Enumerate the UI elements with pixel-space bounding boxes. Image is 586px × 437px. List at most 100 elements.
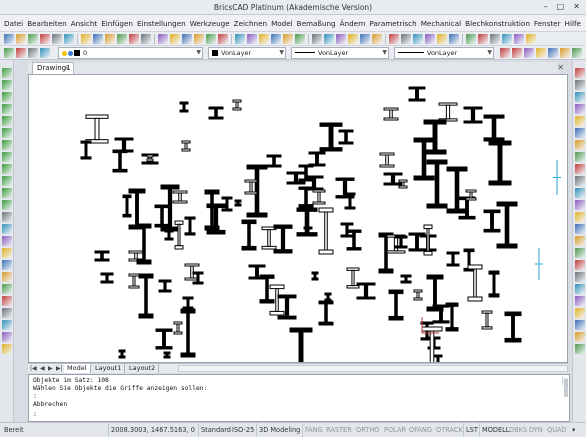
draw-tool-icon[interactable] — [2, 152, 12, 162]
i-beam-profile[interactable] — [388, 289, 404, 321]
toolbar-tool-icon[interactable] — [295, 34, 305, 44]
i-beam-profile[interactable] — [423, 119, 447, 155]
i-beam-profile[interactable] — [128, 273, 140, 289]
i-beam-profile[interactable] — [433, 354, 443, 363]
toggle-otrack[interactable]: OTRACK — [436, 423, 463, 437]
i-beam-profile[interactable] — [308, 151, 326, 167]
i-beam-profile[interactable] — [241, 219, 257, 251]
i-beam-profile[interactable] — [164, 229, 174, 241]
i-beam-profile[interactable] — [356, 282, 376, 300]
command-scrollbar[interactable] — [562, 377, 568, 397]
layer-tool-icon[interactable] — [40, 48, 50, 58]
i-beam-profile[interactable] — [483, 114, 505, 142]
menu-bearbeiten[interactable]: Bearbeiten — [27, 19, 71, 28]
maximize-button[interactable]: □ — [557, 2, 565, 11]
toggle-fang[interactable]: FANG — [302, 423, 323, 437]
modify-tool-icon[interactable] — [575, 188, 585, 198]
i-beam-profile[interactable] — [234, 199, 242, 207]
i-beam-profile[interactable] — [158, 279, 172, 293]
menu-hilfe[interactable]: Hilfe — [565, 19, 585, 28]
menu-parametrisch[interactable]: Parametrisch — [369, 19, 420, 28]
draw-tool-icon[interactable] — [2, 140, 12, 150]
toolbar-tool-icon[interactable] — [372, 34, 382, 44]
i-beam-profile[interactable] — [289, 327, 313, 363]
draw-tool-icon[interactable] — [2, 176, 12, 186]
first-tab-icon[interactable]: |◀ — [30, 364, 37, 373]
i-beam-profile[interactable] — [383, 107, 399, 121]
toolbar-tool-icon[interactable] — [117, 34, 127, 44]
menu-model[interactable]: Model — [271, 19, 297, 28]
i-beam-profile[interactable] — [174, 220, 184, 250]
snap-tool-icon[interactable] — [500, 48, 510, 58]
modify-tool-icon[interactable] — [575, 212, 585, 222]
toolbar-tool-icon[interactable] — [64, 34, 74, 44]
draw-tool-icon[interactable] — [2, 224, 12, 234]
color-combo[interactable]: VonLayer ▼ — [208, 47, 286, 59]
i-beam-profile[interactable] — [146, 154, 154, 162]
draw-tool-icon[interactable] — [2, 92, 12, 102]
i-beam-profile[interactable] — [446, 166, 468, 214]
toolbar-tool-icon[interactable] — [16, 34, 26, 44]
layer-combo[interactable]: 0 ▼ — [58, 47, 203, 59]
layer-tool-icon[interactable] — [4, 48, 14, 58]
toolbar-tool-icon[interactable] — [129, 34, 139, 44]
layer-tool-icon[interactable] — [28, 48, 38, 58]
draw-tool-icon[interactable] — [2, 236, 12, 246]
modify-tool-icon[interactable] — [575, 296, 585, 306]
toolbar-tool-icon[interactable] — [182, 34, 192, 44]
i-beam-profile[interactable] — [232, 99, 242, 111]
menu-fenster[interactable]: Fenster — [534, 19, 565, 28]
i-beam-profile[interactable] — [408, 86, 426, 102]
modify-tool-icon[interactable] — [575, 68, 585, 78]
i-beam-profile[interactable] — [318, 300, 334, 326]
i-beam-profile[interactable] — [266, 154, 282, 168]
draw-tool-icon[interactable] — [2, 212, 12, 222]
i-beam-profile[interactable] — [85, 114, 109, 144]
toggle-polar[interactable]: POLAR — [384, 423, 406, 437]
toolbar-tool-icon[interactable] — [336, 34, 346, 44]
toggle-raster[interactable]: RASTER — [326, 423, 352, 437]
modify-tool-icon[interactable] — [575, 308, 585, 318]
i-beam-profile[interactable] — [379, 152, 395, 168]
i-beam-profile[interactable] — [488, 140, 512, 186]
status-workspace[interactable]: 3D Modeling — [256, 423, 300, 437]
i-beam-profile[interactable] — [346, 229, 362, 251]
snap-tool-icon[interactable] — [572, 48, 582, 58]
modify-tool-icon[interactable] — [575, 320, 585, 330]
toolbar-tool-icon[interactable] — [194, 34, 204, 44]
toolbar-tool-icon[interactable] — [206, 34, 216, 44]
drawing-canvas[interactable] — [28, 74, 568, 363]
i-beam-profile[interactable] — [504, 311, 522, 343]
toolbar-tool-icon[interactable] — [401, 34, 411, 44]
toggle-dyn[interactable]: DYN — [529, 423, 543, 437]
i-beam-profile[interactable] — [286, 171, 306, 185]
linetype-combo[interactable]: VonLayer ▼ — [291, 47, 389, 59]
menu-aendern[interactable]: Ändern — [340, 19, 370, 28]
snap-tool-icon[interactable] — [524, 48, 534, 58]
command-input[interactable]: : — [33, 411, 37, 419]
modify-tool-icon[interactable] — [575, 224, 585, 234]
toggle-dbks[interactable]: DBKS — [509, 423, 527, 437]
snap-tool-icon[interactable] — [512, 48, 522, 58]
i-beam-profile[interactable] — [163, 351, 171, 359]
toolbar-tool-icon[interactable] — [271, 34, 281, 44]
draw-tool-icon[interactable] — [2, 248, 12, 258]
modify-tool-icon[interactable] — [575, 152, 585, 162]
modify-tool-icon[interactable] — [575, 176, 585, 186]
status-textstyle[interactable]: Standard — [198, 423, 231, 437]
i-beam-profile[interactable] — [155, 328, 173, 350]
draw-tool-icon[interactable] — [2, 164, 12, 174]
modify-tool-icon[interactable] — [575, 80, 585, 90]
menu-bemassung[interactable]: Bemaßung — [297, 19, 340, 28]
i-beam-profile[interactable] — [312, 189, 326, 205]
modify-tool-icon[interactable] — [575, 92, 585, 102]
i-beam-profile[interactable] — [413, 289, 423, 301]
i-beam-profile[interactable] — [180, 308, 196, 358]
modify-tool-icon[interactable] — [575, 236, 585, 246]
toolbar-tool-icon[interactable] — [466, 34, 476, 44]
draw-tool-icon[interactable] — [2, 308, 12, 318]
i-beam-profile[interactable] — [136, 223, 152, 265]
i-beam-profile[interactable] — [172, 190, 188, 204]
draw-tool-icon[interactable] — [2, 200, 12, 210]
toolbar-tool-icon[interactable] — [502, 34, 512, 44]
